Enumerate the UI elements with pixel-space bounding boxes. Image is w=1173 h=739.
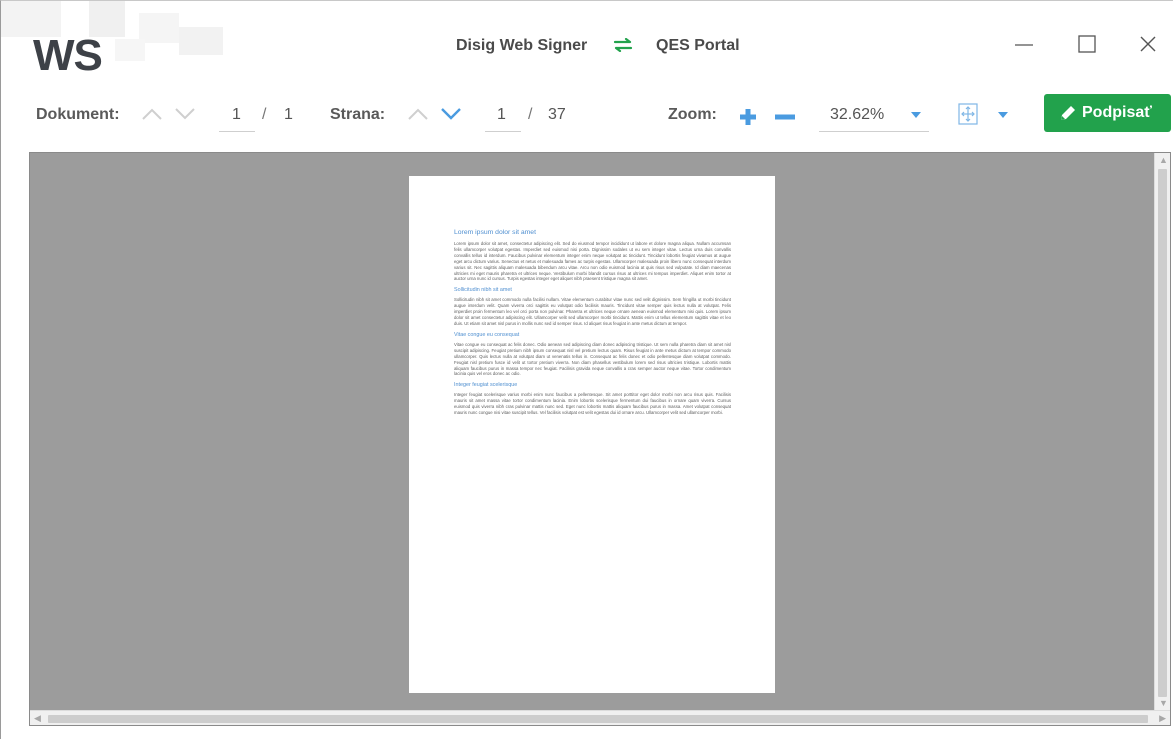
document-next-icon[interactable]: [174, 105, 196, 123]
page-separator: /: [528, 106, 533, 123]
scroll-left-icon[interactable]: ◀: [34, 714, 41, 723]
doc-heading-4: Integer feugiat scelerisque: [454, 382, 518, 389]
zoom-input-underline: [819, 131, 929, 132]
horizontal-scroll-thumb[interactable]: [48, 715, 1148, 723]
scroll-up-icon[interactable]: ▲: [1159, 156, 1168, 165]
doc-paragraph-2: Sollicitudin nibh sit amet commodo nulla…: [454, 297, 731, 326]
fit-dropdown-icon[interactable]: [997, 111, 1009, 119]
page-label: Strana:: [330, 106, 386, 123]
zoom-dropdown-icon[interactable]: [910, 111, 922, 119]
portal-name: QES Portal: [656, 37, 740, 54]
maximize-icon: [1078, 35, 1096, 53]
vertical-scroll-thumb[interactable]: [1158, 169, 1167, 697]
scroll-down-icon[interactable]: ▼: [1159, 699, 1168, 708]
doc-paragraph-3: Vitae congue eu consequat ac felis donec…: [454, 341, 731, 377]
vertical-scrollbar[interactable]: ▲ ▼: [1154, 153, 1170, 711]
minimize-button[interactable]: [1009, 29, 1039, 59]
document-input-underline: [219, 131, 255, 132]
sign-button-label: Podpisať: [1082, 104, 1152, 121]
doc-paragraph-4: Integer feugiat scelerisque varius morbi…: [454, 392, 731, 416]
page-next-icon[interactable]: [440, 105, 462, 123]
scroll-right-icon[interactable]: ▶: [1159, 714, 1166, 723]
document-viewer[interactable]: Lorem ipsum dolor sit amet Lorem ipsum d…: [29, 152, 1171, 726]
page-prev-icon[interactable]: [407, 105, 429, 123]
zoom-out-icon[interactable]: [775, 108, 795, 126]
page-current-input[interactable]: 1: [497, 106, 506, 124]
app-name: Disig Web Signer: [456, 37, 588, 54]
page-content: Lorem ipsum dolor sit amet Lorem ipsum d…: [454, 228, 731, 416]
doc-heading-1: Lorem ipsum dolor sit amet: [454, 229, 536, 236]
page-input-underline: [485, 131, 521, 132]
document-label: Dokument:: [36, 106, 120, 123]
document-total: 1: [284, 106, 293, 123]
title-bar: WS Disig Web Signer QES Portal: [1, 1, 1173, 89]
document-separator: /: [262, 106, 267, 123]
zoom-in-icon[interactable]: [739, 108, 757, 126]
fit-page-icon[interactable]: [956, 102, 980, 126]
app-logo: WS: [1, 1, 229, 81]
zoom-label: Zoom:: [668, 106, 717, 123]
pencil-icon: [1061, 106, 1075, 120]
zoom-value-input[interactable]: 32.62%: [830, 106, 884, 124]
swap-icon: [613, 38, 633, 52]
horizontal-scrollbar[interactable]: ◀ ▶: [30, 710, 1170, 725]
logo-text: WS: [33, 31, 103, 80]
document-current-input[interactable]: 1: [232, 106, 241, 124]
maximize-button[interactable]: [1072, 29, 1102, 59]
close-icon: [1140, 36, 1156, 52]
doc-heading-2: Sollicitudin nibh sit amet: [454, 287, 512, 294]
doc-paragraph-1: Lorem ipsum dolor sit amet, consectetur …: [454, 241, 731, 282]
toolbar: Dokument: 1 / 1 Strana: 1 / 37 Zoom: 32.…: [1, 89, 1173, 141]
close-button[interactable]: [1133, 29, 1163, 59]
minimize-icon: [1015, 44, 1033, 46]
sign-button[interactable]: Podpisať: [1044, 94, 1171, 132]
app-window: WS Disig Web Signer QES Portal Dokument:…: [0, 0, 1173, 739]
page-total: 37: [548, 106, 566, 123]
document-prev-icon[interactable]: [141, 105, 163, 123]
document-page: Lorem ipsum dolor sit amet Lorem ipsum d…: [409, 176, 775, 693]
doc-heading-3: Vitae congue eu consequat: [454, 331, 520, 338]
